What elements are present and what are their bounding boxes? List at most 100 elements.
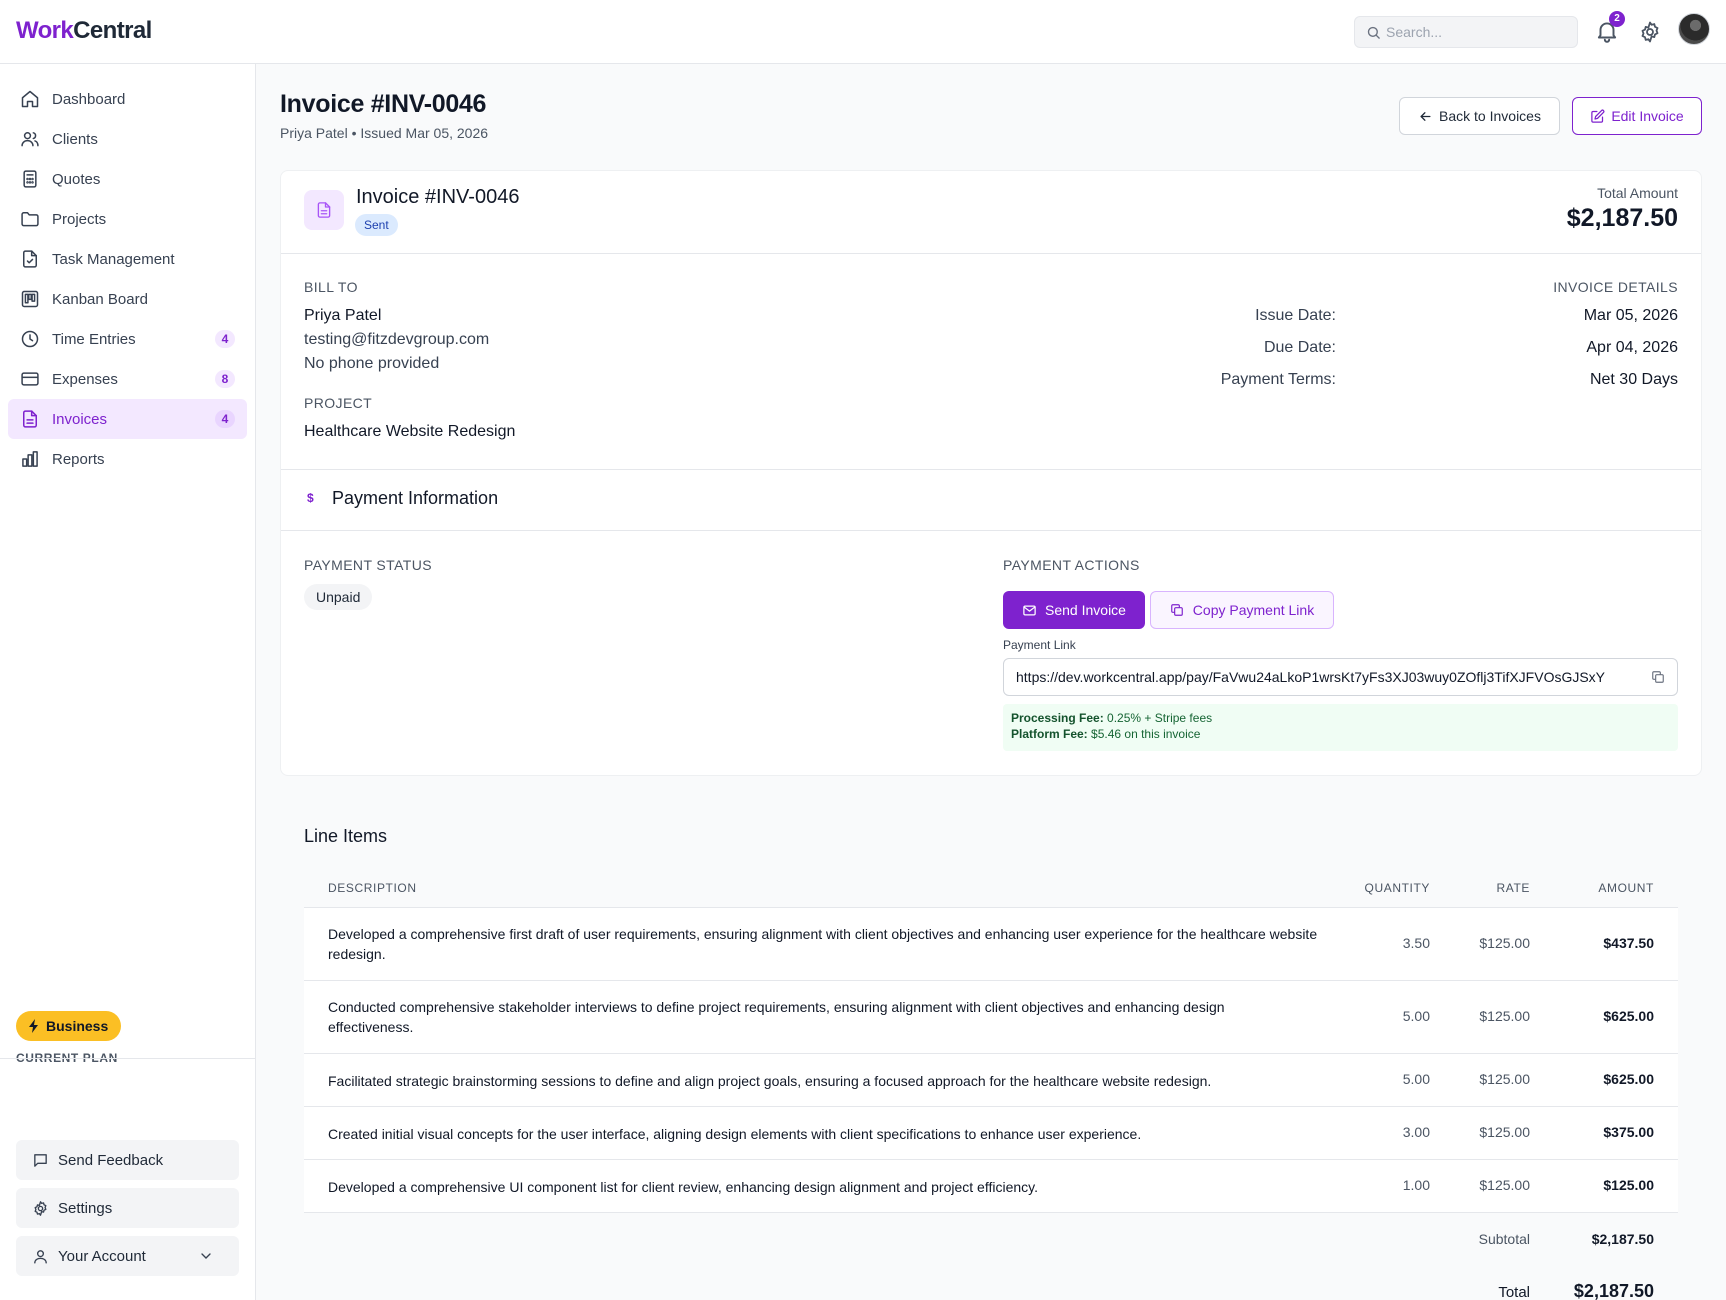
line-item-quantity: 1.00 bbox=[1402, 1177, 1430, 1193]
total-amount-value: $2,187.50 bbox=[1566, 204, 1678, 232]
search-input[interactable] bbox=[1386, 17, 1572, 47]
sidebar-item-label: Clients bbox=[52, 130, 98, 148]
send-feedback-button[interactable]: Send Feedback bbox=[16, 1140, 239, 1180]
platform-fee-value: $5.46 on this invoice bbox=[1091, 727, 1201, 741]
app-logo[interactable]: WorkCentral bbox=[16, 17, 152, 45]
processing-fee-label: Processing Fee: bbox=[1011, 711, 1104, 725]
card-divider bbox=[281, 469, 1701, 470]
platform-fee-label: Platform Fee: bbox=[1011, 727, 1088, 741]
platform-fee-line: Platform Fee: $5.46 on this invoice bbox=[1011, 726, 1670, 742]
sidebar-item-task-management[interactable]: Task Management bbox=[8, 239, 247, 279]
send-feedback-label: Send Feedback bbox=[58, 1151, 164, 1169]
line-item-description: Created initial visual concepts for the … bbox=[328, 1126, 1142, 1142]
line-item-quantity: 5.00 bbox=[1402, 1008, 1430, 1024]
due-date-label: Due Date: bbox=[1263, 339, 1336, 356]
issue-date-value: Mar 05, 2026 bbox=[1583, 307, 1678, 324]
sidebar-item-invoices[interactable]: Invoices 4 bbox=[8, 399, 247, 439]
payment-link-input[interactable] bbox=[1016, 659, 1632, 695]
sidebar-item-kanban-board[interactable]: Kanban Board bbox=[8, 279, 247, 319]
count-badge: 4 bbox=[215, 330, 235, 348]
line-item-quantity: 3.00 bbox=[1402, 1124, 1430, 1140]
user-icon bbox=[34, 1249, 47, 1264]
sidebar-item-label: Projects bbox=[52, 210, 107, 228]
sidebar-item-projects[interactable]: Projects bbox=[8, 199, 247, 239]
payment-link-field[interactable] bbox=[1003, 658, 1678, 696]
line-item-rate: $125.00 bbox=[1479, 1124, 1530, 1140]
sidebar-item-label: Reports bbox=[52, 450, 105, 468]
line-item-rate: $125.00 bbox=[1479, 1008, 1530, 1024]
column-header-amount: AMOUNT bbox=[1598, 881, 1654, 895]
file-text-icon bbox=[20, 409, 40, 429]
settings-button[interactable]: Settings bbox=[16, 1188, 239, 1228]
project-name: Healthcare Website Redesign bbox=[304, 423, 516, 440]
logo-part-central: Central bbox=[73, 17, 152, 44]
line-item-amount: $375.00 bbox=[1603, 1124, 1654, 1140]
send-invoice-button[interactable]: Send Invoice bbox=[1003, 591, 1145, 629]
sidebar-item-expenses[interactable]: Expenses 8 bbox=[8, 359, 247, 399]
invoice-status-badge: Sent bbox=[355, 214, 398, 236]
lightning-icon bbox=[29, 1019, 38, 1033]
message-icon bbox=[34, 1153, 47, 1167]
header-issued-date: Issued Mar 05, 2026 bbox=[360, 125, 489, 141]
your-account-button[interactable]: Your Account bbox=[16, 1236, 239, 1276]
copy-icon[interactable] bbox=[1651, 670, 1665, 684]
sidebar-item-reports[interactable]: Reports bbox=[8, 439, 247, 479]
fee-info-box: Processing Fee: 0.25% + Stripe fees Plat… bbox=[1003, 704, 1678, 751]
copy-payment-link-label: Copy Payment Link bbox=[1192, 602, 1315, 618]
sidebar-item-label: Quotes bbox=[52, 170, 101, 188]
home-icon bbox=[20, 89, 40, 109]
edit-invoice-button[interactable]: Edit Invoice bbox=[1572, 97, 1702, 135]
line-item-row: Facilitated strategic brainstorming sess… bbox=[304, 1054, 1678, 1107]
total-label: Total bbox=[1498, 1284, 1530, 1300]
sidebar-item-time-entries[interactable]: Time Entries 4 bbox=[8, 319, 247, 359]
back-to-invoices-button[interactable]: Back to Invoices bbox=[1399, 97, 1560, 135]
line-item-amount: $437.50 bbox=[1603, 935, 1654, 951]
line-item-amount: $125.00 bbox=[1603, 1177, 1654, 1193]
count-badge: 8 bbox=[215, 370, 235, 388]
subtotal-label: Subtotal bbox=[1478, 1231, 1530, 1247]
project-label: PROJECT bbox=[304, 395, 373, 411]
bill-to-email: testing@fitzdevgroup.com bbox=[304, 331, 490, 348]
payment-terms-label: Payment Terms: bbox=[1220, 371, 1336, 388]
gear-icon[interactable] bbox=[1638, 20, 1662, 44]
line-items-title: Line Items bbox=[304, 826, 388, 846]
bill-to-name: Priya Patel bbox=[304, 307, 382, 324]
line-item-description: Conducted comprehensive stakeholder inte… bbox=[328, 999, 1225, 1035]
line-item-description: Facilitated strategic brainstorming sess… bbox=[328, 1073, 1212, 1089]
document-icon bbox=[304, 190, 344, 230]
payment-link-label: Payment Link bbox=[1003, 638, 1076, 652]
line-items-header: DESCRIPTION QUANTITY RATE AMOUNT bbox=[304, 867, 1678, 908]
card-divider bbox=[281, 530, 1701, 531]
logo-part-work: Work bbox=[16, 17, 74, 44]
file-check-icon bbox=[20, 249, 40, 269]
copy-payment-link-button[interactable]: Copy Payment Link bbox=[1150, 591, 1334, 629]
payment-status-label: PAYMENT STATUS bbox=[304, 557, 432, 573]
subtotal-value: $2,187.50 bbox=[1591, 1231, 1654, 1247]
payment-information-title: Payment Information bbox=[332, 488, 499, 508]
line-item-description: Developed a comprehensive UI component l… bbox=[328, 1179, 1038, 1195]
sidebar-item-dashboard[interactable]: Dashboard bbox=[8, 79, 247, 119]
sidebar: Dashboard Clients Quotes Projects Task M… bbox=[0, 64, 256, 1300]
dollar-icon: $ bbox=[307, 491, 314, 505]
processing-fee-value: 0.25% + Stripe fees bbox=[1107, 711, 1213, 725]
sidebar-item-label: Kanban Board bbox=[52, 290, 148, 308]
processing-fee-line: Processing Fee: 0.25% + Stripe fees bbox=[1011, 710, 1670, 726]
payment-actions-label: PAYMENT ACTIONS bbox=[1003, 557, 1140, 573]
plan-badge[interactable]: Business bbox=[16, 1011, 122, 1041]
user-avatar[interactable] bbox=[1678, 13, 1710, 45]
line-item-quantity: 3.50 bbox=[1402, 935, 1430, 951]
sidebar-item-label: Invoices bbox=[52, 410, 108, 428]
sidebar-item-label: Time Entries bbox=[52, 330, 136, 348]
total-value: $2,187.50 bbox=[1573, 1281, 1654, 1300]
search-box[interactable] bbox=[1354, 16, 1578, 48]
column-header-rate: RATE bbox=[1496, 881, 1530, 895]
send-invoice-label: Send Invoice bbox=[1045, 602, 1126, 618]
sidebar-item-clients[interactable]: Clients bbox=[8, 119, 247, 159]
sidebar-item-quotes[interactable]: Quotes bbox=[8, 159, 247, 199]
clock-icon bbox=[20, 329, 40, 349]
issue-date-label: Issue Date: bbox=[1255, 307, 1336, 324]
line-item-row: Developed a comprehensive UI component l… bbox=[304, 1160, 1678, 1213]
column-header-quantity: QUANTITY bbox=[1364, 881, 1430, 895]
count-badge: 4 bbox=[215, 410, 235, 428]
plan-name: Business bbox=[46, 1018, 109, 1034]
